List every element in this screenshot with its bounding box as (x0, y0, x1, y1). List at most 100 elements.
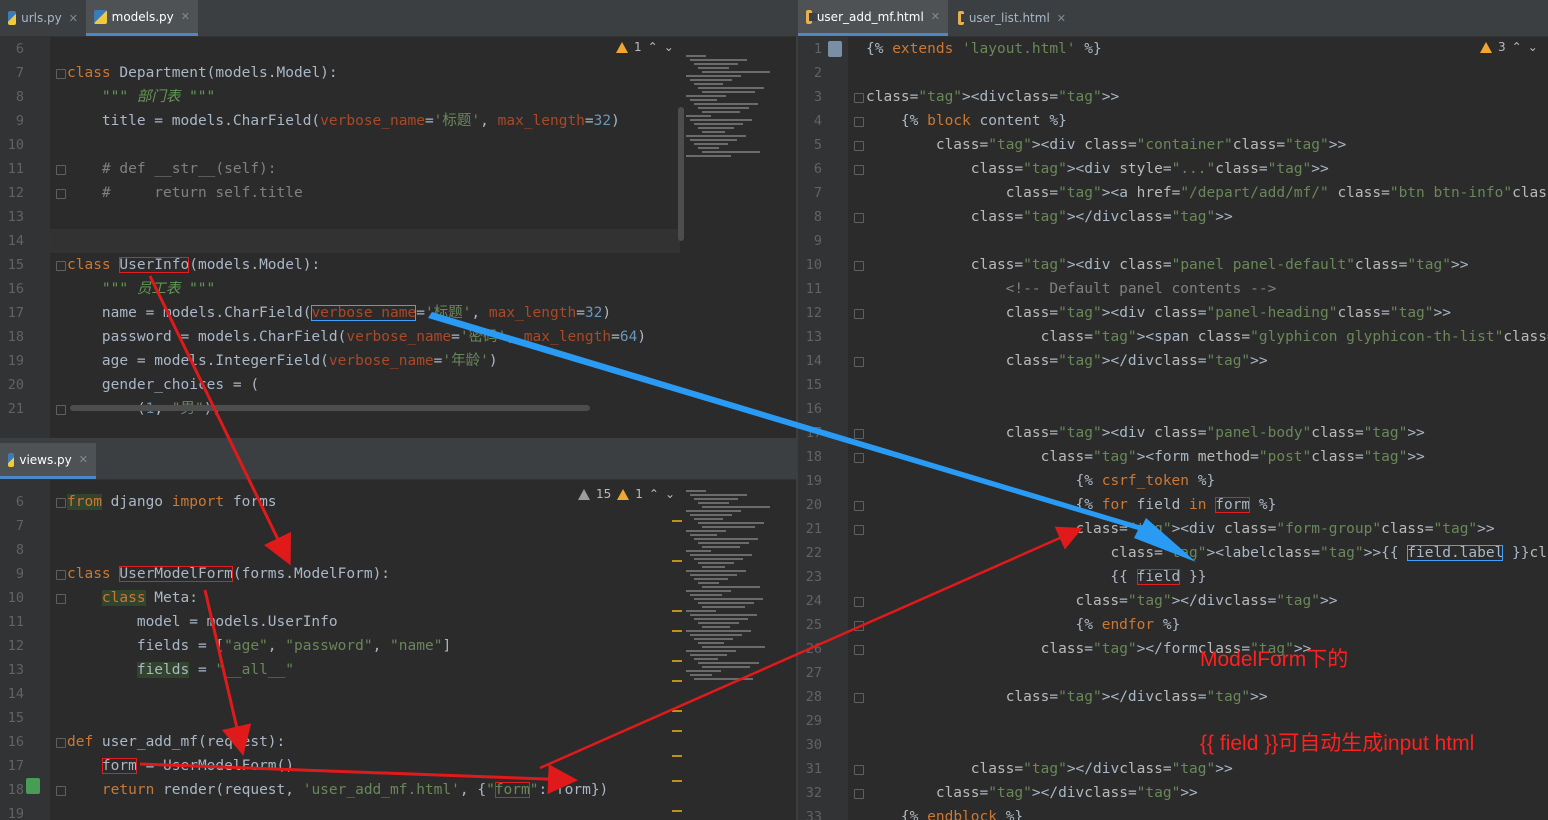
line-number[interactable]: 27 (800, 661, 822, 685)
code-line[interactable]: name = models.CharField(verbose_name='标题… (67, 301, 611, 325)
line-number[interactable]: 19 (2, 349, 24, 373)
fold-toggle[interactable] (56, 165, 66, 175)
line-number[interactable]: 1 (800, 37, 822, 61)
code-line[interactable]: class Meta: (67, 586, 198, 610)
chevron-down-icon[interactable]: ⌄ (664, 40, 674, 54)
line-number[interactable]: 8 (2, 538, 24, 562)
warning-marker[interactable] (672, 660, 682, 662)
fold-toggle[interactable] (854, 645, 864, 655)
fold-toggle[interactable] (854, 597, 864, 607)
warning-marker[interactable] (672, 730, 682, 732)
line-number[interactable]: 7 (2, 61, 24, 85)
line-number[interactable]: 18 (2, 325, 24, 349)
code-line[interactable]: class="tag"><div style="..."class="tag">… (866, 157, 1329, 181)
close-icon[interactable]: ✕ (69, 12, 78, 25)
fold-toggle[interactable] (56, 405, 66, 415)
warning-marker[interactable] (672, 630, 682, 632)
code-line[interactable]: class="tag"><labelclass="tag">>{{ field.… (866, 541, 1548, 565)
warning-marker[interactable] (672, 610, 682, 612)
line-number[interactable]: 4 (800, 109, 822, 133)
fold-toggle[interactable] (854, 525, 864, 535)
fold-toggle[interactable] (854, 141, 864, 151)
line-number[interactable]: 24 (800, 589, 822, 613)
code-line[interactable]: {% extends 'layout.html' %} (866, 37, 1102, 61)
tab-views-py[interactable]: views.py ✕ (0, 443, 96, 479)
code-line[interactable]: {% endfor %} (866, 613, 1181, 637)
line-number[interactable]: 17 (2, 301, 24, 325)
code-line[interactable]: {% csrf_token %} (866, 469, 1216, 493)
line-number[interactable]: 23 (800, 565, 822, 589)
fold-toggle[interactable] (854, 765, 864, 775)
chevron-up-icon[interactable]: ⌃ (648, 40, 658, 54)
views-code-area[interactable]: 6 from django import forms 7 8 9 class UserMo… (0, 480, 796, 820)
line-number[interactable]: 14 (2, 229, 24, 253)
line-number[interactable]: 11 (2, 610, 24, 634)
tab-urls-py[interactable]: urls.py ✕ (0, 0, 86, 36)
line-number[interactable]: 2 (800, 61, 822, 85)
line-number[interactable]: 29 (800, 709, 822, 733)
line-number[interactable]: 12 (2, 634, 24, 658)
line-number[interactable]: 17 (800, 421, 822, 445)
line-number[interactable]: 16 (2, 730, 24, 754)
code-line[interactable]: title = models.CharField(verbose_name='标… (67, 109, 620, 133)
line-number[interactable]: 18 (2, 778, 24, 802)
line-number[interactable]: 17 (2, 754, 24, 778)
code-line[interactable]: form = UserModelForm() (67, 754, 294, 778)
models-code-area[interactable]: 6 7 class Department(models.Model): 8 """ 部… (0, 37, 796, 438)
fold-toggle[interactable] (56, 738, 66, 748)
fold-toggle[interactable] (56, 594, 66, 604)
line-number[interactable]: 25 (800, 613, 822, 637)
minimap[interactable] (686, 490, 776, 690)
line-number[interactable]: 13 (2, 658, 24, 682)
line-number[interactable]: 28 (800, 685, 822, 709)
line-number[interactable]: 13 (800, 325, 822, 349)
code-line[interactable]: class="tag"><div class="panel-body"class… (866, 421, 1425, 445)
line-number[interactable]: 10 (2, 586, 24, 610)
close-icon[interactable]: ✕ (79, 453, 88, 466)
fold-toggle[interactable] (56, 189, 66, 199)
code-line[interactable]: # def __str__(self): (67, 157, 277, 181)
code-line[interactable]: fields = "__all__" (67, 658, 294, 682)
tab-user-list-html[interactable]: user_list.html ✕ (950, 0, 1074, 36)
code-line[interactable]: class="tag"><div class="panel panel-defa… (866, 253, 1469, 277)
fold-toggle[interactable] (56, 786, 66, 796)
code-line[interactable]: class="tag"><a href="/depart/add/mf/" cl… (866, 181, 1548, 205)
line-number[interactable]: 20 (2, 373, 24, 397)
line-number[interactable]: 16 (2, 277, 24, 301)
line-number[interactable]: 21 (2, 397, 24, 421)
line-number[interactable]: 6 (2, 37, 24, 61)
code-line[interactable]: class="tag"><divclass="tag">> (866, 85, 1119, 109)
chevron-up-icon[interactable]: ⌃ (1512, 40, 1522, 54)
code-line[interactable]: gender_choices = ( (67, 373, 259, 397)
line-number[interactable]: 22 (800, 541, 822, 565)
inspection-widget[interactable]: 1 ⌃ ⌄ (616, 40, 674, 54)
close-icon[interactable]: ✕ (181, 10, 190, 23)
inspection-widget[interactable]: 15 1 ⌃ ⌄ (578, 487, 675, 501)
code-line[interactable]: class UserModelForm(forms.ModelForm): (67, 562, 390, 586)
line-number[interactable]: 10 (800, 253, 822, 277)
fold-toggle[interactable] (56, 570, 66, 580)
line-number[interactable]: 30 (800, 733, 822, 757)
warning-marker[interactable] (672, 780, 682, 782)
code-line[interactable]: class UserInfo(models.Model): (67, 253, 320, 277)
chevron-up-icon[interactable]: ⌃ (649, 487, 659, 501)
line-number[interactable]: 20 (800, 493, 822, 517)
warning-marker[interactable] (672, 710, 682, 712)
line-number[interactable]: 7 (2, 514, 24, 538)
warning-marker[interactable] (672, 520, 682, 522)
line-number[interactable]: 15 (2, 706, 24, 730)
code-line[interactable]: class="tag"></divclass="tag">> (866, 205, 1233, 229)
code-line[interactable]: fields = ["age", "password", "name"] (67, 634, 451, 658)
fold-toggle[interactable] (854, 165, 864, 175)
line-number[interactable]: 12 (800, 301, 822, 325)
warning-marker[interactable] (672, 560, 682, 562)
fold-toggle[interactable] (854, 501, 864, 511)
line-number[interactable]: 8 (800, 205, 822, 229)
line-number[interactable]: 15 (800, 373, 822, 397)
fold-toggle[interactable] (854, 693, 864, 703)
chevron-down-icon[interactable]: ⌄ (1528, 40, 1538, 54)
fold-toggle[interactable] (854, 213, 864, 223)
line-number[interactable]: 6 (2, 490, 24, 514)
horizontal-scrollbar[interactable] (70, 405, 590, 411)
tab-user-add-mf-html[interactable]: user_add_mf.html ✕ (798, 0, 948, 36)
